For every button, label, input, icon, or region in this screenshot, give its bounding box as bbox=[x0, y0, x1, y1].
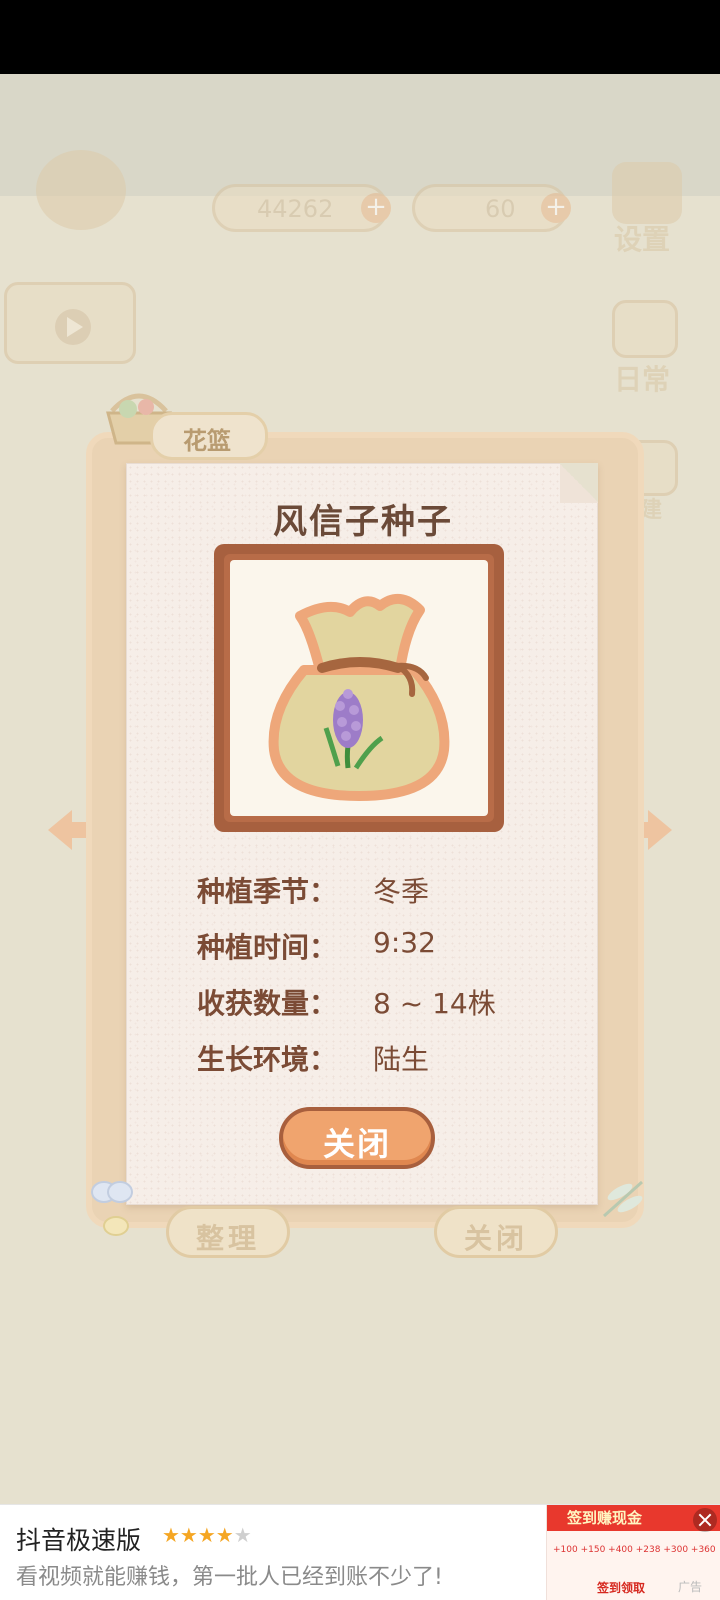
sort-button[interactable]: 整理 bbox=[166, 1206, 290, 1258]
basket-tab: 花篮 bbox=[150, 412, 268, 460]
gem-count: 60 bbox=[485, 195, 516, 223]
play-icon bbox=[55, 309, 91, 345]
time-label: 种植时间： bbox=[197, 931, 338, 964]
season-row: 种植季节： 冬季 bbox=[197, 870, 429, 910]
close-icon[interactable] bbox=[693, 1508, 717, 1532]
yield-row: 收获数量： 8 ~ 14株 bbox=[197, 982, 496, 1022]
coin-counter[interactable]: 44262 + bbox=[212, 184, 391, 232]
environment-value: 陆生 bbox=[373, 1043, 430, 1076]
gear-icon[interactable] bbox=[612, 162, 682, 224]
gem-counter[interactable]: 60 + bbox=[412, 184, 571, 232]
sort-button-label: 整理 bbox=[195, 1222, 260, 1255]
ad-thumb-button: 签到领取 bbox=[597, 1581, 646, 1595]
settings-label: 设置 bbox=[614, 223, 671, 256]
environment-row: 生长环境： 陆生 bbox=[197, 1038, 429, 1078]
ad-description: 看视频就能赚钱，第一批人已经到账不少了! bbox=[16, 1565, 443, 1590]
video-ad-button[interactable] bbox=[4, 282, 136, 364]
item-title: 风信子种子 bbox=[273, 502, 453, 542]
coin-count: 44262 bbox=[257, 195, 334, 223]
season-value: 冬季 bbox=[373, 875, 430, 908]
ad-app-name: 抖音极速版 bbox=[16, 1526, 142, 1555]
seed-bag-icon bbox=[268, 594, 450, 801]
daily-label: 日常 bbox=[614, 363, 671, 396]
ad-thumb-title: 签到赚现金 bbox=[567, 1509, 643, 1527]
item-image-frame bbox=[214, 544, 504, 832]
close-button[interactable]: 关闭 bbox=[279, 1107, 435, 1169]
basket-close-button-label: 关闭 bbox=[463, 1222, 528, 1255]
season-label: 种植季节： bbox=[197, 875, 338, 908]
butterfly-icon bbox=[91, 1181, 133, 1236]
ad-banner[interactable]: 抖音极速版 ★★★★★ 看视频就能赚钱，第一批人已经到账不少了! 签到赚现金 +… bbox=[0, 1504, 720, 1600]
environment-label: 生长环境： bbox=[197, 1043, 338, 1076]
basket-tab-label: 花篮 bbox=[183, 427, 231, 455]
item-detail-card: 风信子种子 种植季节： 冬季 种植时间： 9:32 收获数量： 8 ~ 14株 … bbox=[126, 463, 598, 1205]
close-button-label: 关闭 bbox=[322, 1125, 391, 1163]
status-bar bbox=[0, 0, 720, 74]
time-value: 9:32 bbox=[373, 926, 436, 959]
add-coins-icon[interactable]: + bbox=[361, 193, 391, 223]
ad-thumb-row: +100 +150 +400 +238 +300 +360 bbox=[553, 1545, 716, 1555]
ad-rating-stars: ★★★★★ bbox=[162, 1523, 252, 1547]
avatar-icon[interactable] bbox=[36, 150, 126, 230]
daily-icon[interactable] bbox=[612, 300, 678, 358]
ad-tag: 广告 bbox=[678, 1580, 703, 1594]
dragonfly-icon bbox=[602, 1180, 644, 1218]
yield-value: 8 ~ 14株 bbox=[373, 987, 496, 1020]
basket-close-button[interactable]: 关闭 bbox=[434, 1206, 558, 1258]
time-row: 种植时间： 9:32 bbox=[197, 926, 436, 966]
yield-label: 收获数量： bbox=[197, 987, 338, 1020]
add-gems-icon[interactable]: + bbox=[541, 193, 571, 223]
